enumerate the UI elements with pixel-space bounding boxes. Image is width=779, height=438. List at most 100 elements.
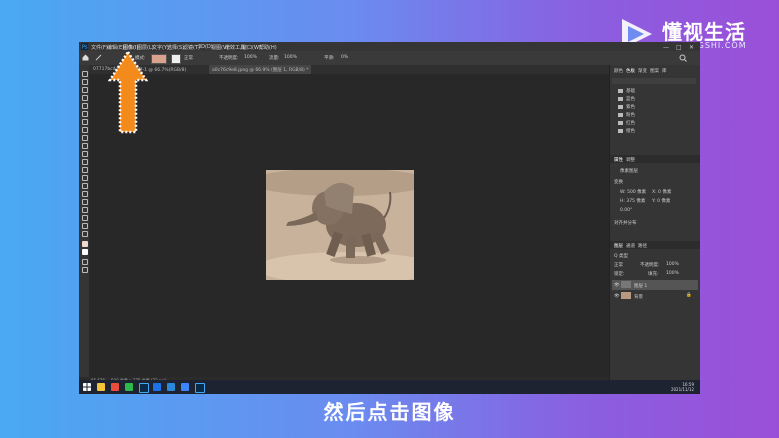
angle-field[interactable]: 0.00° [620,208,632,213]
dodge-tool-icon[interactable] [82,183,88,189]
tab-libraries[interactable]: 库 [662,68,667,74]
tab-adjustments[interactable]: 调整 [626,157,635,163]
close-button[interactable]: ✕ [689,44,694,51]
photoshop-active-icon[interactable] [195,383,205,393]
background-color-swatch[interactable] [82,249,88,255]
transform-label: 变换 [614,180,623,185]
align-label: 对齐并分布 [614,221,637,226]
wechat-icon[interactable] [125,383,133,391]
swatch-folder-purple[interactable]: 紫色 [612,103,696,111]
folder-icon [618,105,623,109]
flow-label: 流量: [269,56,280,61]
smooth-value[interactable]: 0% [341,55,348,60]
tab-layers[interactable]: 图层 [614,243,623,249]
folder-icon [618,121,623,125]
elephant-photo[interactable] [266,170,414,280]
width-field[interactable]: W: 500 像素 [620,189,646,195]
layer-row-1[interactable]: 👁 图层 1 [612,280,698,290]
menu-file[interactable]: 文件(F) [91,44,108,51]
layer-thumbnail [621,281,631,288]
zoom-tool-icon[interactable] [82,231,88,237]
history-brush-tool-icon[interactable] [82,151,88,157]
swatch-folder-blue[interactable]: 蓝色 [612,95,696,103]
layer-row-background[interactable]: 👁 背景 🔒 [612,291,698,301]
tab-patterns[interactable]: 图案 [650,68,659,74]
tab-paths[interactable]: 路径 [638,243,647,249]
layer-opacity-label: 不透明度: [640,263,660,268]
photoshop-icon[interactable] [139,383,149,393]
layer-name[interactable]: 背景 [634,294,643,300]
layer-opacity-value[interactable]: 100% [666,262,679,267]
blend-mode-select[interactable]: 正常 [614,262,623,268]
swatch-folder-red[interactable]: 红色 [612,119,696,127]
browser-icon[interactable] [153,383,161,391]
chrome-icon[interactable] [111,383,119,391]
x-field[interactable]: X: 0 像素 [652,189,671,195]
ps-logo-icon: Ps [81,43,88,50]
pen-tool-icon[interactable] [82,191,88,197]
type-tool-icon[interactable] [82,199,88,205]
fill-value[interactable]: 100% [666,271,679,276]
svg-text:Ps: Ps [82,45,88,51]
swatch-folder-basic[interactable]: 基础 [612,87,696,95]
swatch-folder-orange[interactable]: 橙色 [612,127,696,135]
tab-color[interactable]: 颜色 [614,68,623,74]
frame-tool-icon[interactable] [82,111,88,117]
opacity-value[interactable]: 100% [244,55,257,60]
minimize-button[interactable]: — [663,44,669,51]
layer-thumbnail [621,292,631,299]
stamp-tool-icon[interactable] [82,143,88,149]
brush-preset-picker[interactable] [151,54,167,64]
menu-bar: Ps 文件(F) 编辑(E) 图像(I) 图层(L) 文字(Y) 选择(S) 滤… [79,42,700,51]
file-explorer-icon[interactable] [97,383,105,391]
maximize-button[interactable]: □ [676,44,682,51]
clock-date: 2021/11/12 [670,387,694,392]
subtitle-caption: 然后点击图像 [323,400,456,424]
brush-tool-icon[interactable] [82,135,88,141]
path-select-tool-icon[interactable] [82,207,88,213]
menu-help[interactable]: 帮助(H) [259,44,277,51]
eraser-tool-icon[interactable] [82,159,88,165]
system-clock[interactable]: 16:59 2021/11/12 [671,382,694,392]
move-tool-icon[interactable] [82,71,88,77]
windows-taskbar: 16:59 2021/11/12 [79,380,700,394]
tab-channels[interactable]: 通道 [626,243,635,249]
foreground-color-swatch[interactable] [82,241,88,247]
marquee-tool-icon[interactable] [82,79,88,85]
pointer-arrow-icon [108,50,148,134]
gradient-tool-icon[interactable] [82,167,88,173]
windows-start-icon[interactable] [83,383,91,391]
tab-properties[interactable]: 属性 [614,157,623,163]
swatch-search[interactable] [612,78,696,84]
blur-tool-icon[interactable] [82,175,88,181]
layer-name[interactable]: 图层 1 [634,283,647,289]
y-field[interactable]: Y: 0 像素 [652,198,670,204]
lasso-tool-icon[interactable] [82,87,88,93]
home-icon[interactable] [82,54,89,61]
edge-icon[interactable] [167,383,175,391]
quick-mask-icon[interactable] [82,259,88,265]
tab-gradients[interactable]: 渐变 [638,68,647,74]
eye-icon[interactable]: 👁 [614,283,620,288]
layer-kind-filter[interactable]: Q 类型 [614,253,628,259]
screen-mode-icon[interactable] [82,267,88,273]
menu-select[interactable]: 选择(S) [167,44,184,51]
hand-tool-icon[interactable] [82,223,88,229]
tab-swatches[interactable]: 色板 [626,68,635,74]
eyedropper-tool-icon[interactable] [82,119,88,125]
brush-tool-icon[interactable] [95,54,102,61]
height-field[interactable]: H: 375 像素 [620,198,645,204]
shape-tool-icon[interactable] [82,215,88,221]
flow-value[interactable]: 100% [284,55,297,60]
search-icon[interactable] [679,54,687,62]
options-bar: 模式: 正常 不透明度: 100% 流量: 100% 平滑: 0% [79,51,700,66]
app-icon[interactable] [181,383,189,391]
healing-tool-icon[interactable] [82,127,88,133]
eye-icon[interactable]: 👁 [614,294,620,299]
brush-panel-toggle[interactable] [171,54,181,64]
magic-wand-tool-icon[interactable] [82,95,88,101]
mode-value[interactable]: 正常 [184,55,193,61]
swatch-folder-pink[interactable]: 粉色 [612,111,696,119]
right-panels: 颜色 色板 渐变 图案 库 基础 蓝色 紫色 粉色 红色 橙色 属性 调整 像素… [609,65,700,383]
crop-tool-icon[interactable] [82,103,88,109]
